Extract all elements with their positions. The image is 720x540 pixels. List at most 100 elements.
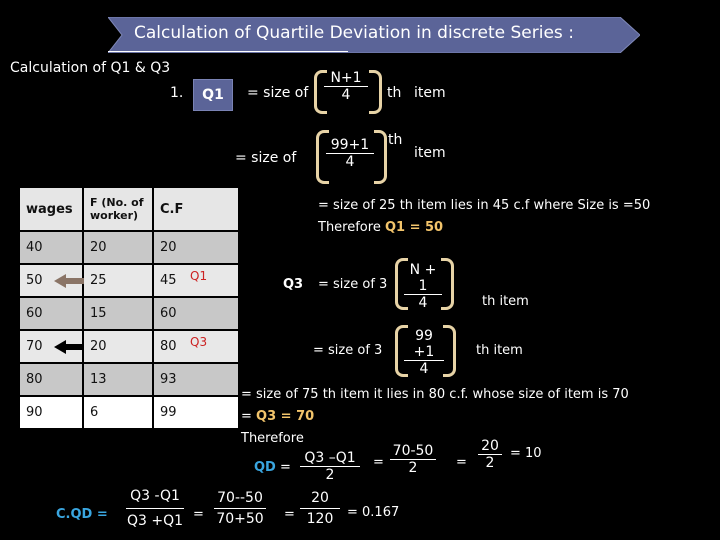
cell-wages: 80: [18, 362, 84, 397]
q3-result-value: Q3 = 70: [256, 409, 315, 424]
equals-sign: =: [284, 507, 295, 522]
cf-value: 99: [160, 405, 177, 420]
table-row: 90 6 99: [18, 395, 240, 430]
equals-sign: =: [456, 455, 467, 470]
header-wages: wages: [18, 186, 84, 232]
cf-value: 80: [160, 339, 177, 354]
right-bracket-icon: [374, 130, 387, 184]
denominator: Q3 +Q1: [126, 513, 184, 529]
equals-sign: =: [241, 409, 252, 424]
cell-frequency: 13: [82, 362, 154, 397]
qd-fraction-3: 20 2: [478, 438, 502, 471]
cell-cf: 99: [152, 395, 240, 430]
section-heading: Calculation of Q1 & Q3: [10, 60, 171, 76]
cell-cf: 93: [152, 362, 240, 397]
cell-frequency: 6: [82, 395, 154, 430]
cell-cf: 60: [152, 296, 240, 331]
table-row: 40 20 20: [18, 230, 240, 265]
equals-sign: =: [193, 507, 204, 522]
header-frequency: F (No. of worker): [82, 186, 154, 232]
numerator: 20: [478, 438, 502, 455]
q1-result-value: Q1 = 50: [384, 220, 444, 235]
cqd-fraction-3: 20 120: [300, 490, 340, 527]
numerator: N + 1: [404, 262, 442, 295]
numerator: Q3 –Q1: [300, 450, 360, 467]
table-row: 50 25 45 Q1: [18, 263, 240, 298]
numerator: 70-50: [390, 443, 436, 460]
denominator: 2: [485, 455, 495, 471]
q3-line1-prefix: = size of 3: [318, 277, 388, 292]
numerator: 70--50: [214, 490, 266, 509]
denominator: 4: [345, 154, 355, 170]
q1-line2-item: item: [414, 145, 446, 161]
qd-label-group: QD =: [254, 460, 291, 475]
q1-line1-th: th: [387, 85, 402, 101]
q3-result-line: = size of 75 th item it lies in 80 c.f. …: [241, 387, 629, 402]
q3-line1-suffix: th item: [482, 294, 529, 309]
q3-marker: Q3: [190, 335, 208, 349]
cf-value: 60: [160, 306, 177, 321]
q3-line2-fraction: 99 +1 4: [404, 328, 444, 377]
q1-result-line: = size of 25 th item lies in 45 c.f wher…: [318, 198, 651, 213]
q1-line1-item: item: [414, 85, 446, 101]
q1-line1-prefix: = size of: [247, 85, 309, 101]
denominator: 2: [325, 467, 335, 483]
header-cf: C.F: [152, 186, 240, 232]
cell-wages: 50: [18, 263, 90, 298]
cf-value: 20: [160, 240, 177, 255]
cell-wages: 40: [18, 230, 84, 265]
title-underline: [108, 51, 348, 52]
numerator: 99 +1: [404, 328, 444, 361]
denominator: 4: [418, 295, 428, 311]
table-row: 70 20 80 Q3: [18, 329, 240, 364]
denominator: 4: [419, 361, 429, 377]
cell-frequency: 20: [82, 230, 154, 265]
q1-therefore-line: Therefore Q1 = 50: [318, 220, 443, 235]
numerator: N+1: [324, 70, 368, 87]
cell-cf: 45 Q1: [152, 263, 240, 298]
q1-line1-fraction: N+1 4: [324, 70, 368, 103]
q1-line2-th: th: [388, 132, 403, 148]
cell-wages: 90: [18, 395, 84, 430]
q1-label-box: Q1: [193, 79, 233, 111]
q3-result: = Q3 = 70: [241, 409, 314, 424]
cqd-fraction-1: Q3 -Q1 Q3 +Q1: [126, 488, 184, 529]
cell-frequency: 20: [82, 329, 154, 364]
qd-label: QD: [254, 460, 276, 475]
denominator: 2: [408, 460, 418, 476]
q1-line2-prefix: = size of: [235, 150, 297, 166]
table-row: 80 13 93: [18, 362, 240, 397]
q1-marker: Q1: [190, 269, 208, 283]
q1-number: 1.: [170, 85, 184, 101]
qd-therefore: Therefore: [241, 431, 304, 446]
page-title: Calculation of Quartile Deviation in dis…: [134, 23, 574, 43]
q1-line2-fraction: 99+1 4: [326, 137, 374, 170]
qd-result: = 10: [510, 446, 542, 461]
cf-value: 45: [160, 273, 177, 288]
right-bracket-icon: [443, 325, 456, 377]
numerator: 99+1: [326, 137, 374, 154]
q3-line2-suffix: th item: [476, 343, 523, 358]
cell-wages: 70: [18, 329, 90, 364]
numerator: 20: [300, 490, 340, 509]
cell-frequency: 25: [82, 263, 154, 298]
therefore-label: Therefore: [318, 220, 381, 235]
qd-fraction-1: Q3 –Q1 2: [300, 450, 360, 483]
cf-value: 93: [160, 372, 177, 387]
wages-value: 70: [26, 339, 43, 354]
equals-sign: =: [279, 460, 291, 475]
cell-wages: 60: [18, 296, 84, 331]
wages-value: 50: [26, 273, 43, 288]
denominator: 70+50: [216, 511, 264, 527]
cell-cf: 80 Q3: [152, 329, 240, 364]
frequency-table: wages F (No. of worker) C.F 40 20 20 50 …: [18, 186, 240, 430]
right-bracket-icon: [441, 258, 454, 310]
right-bracket-icon: [369, 70, 382, 114]
denominator: 120: [306, 511, 334, 527]
cqd-fraction-2: 70--50 70+50: [214, 490, 266, 527]
numerator: Q3 -Q1: [126, 488, 184, 509]
denominator: 4: [341, 87, 351, 103]
q3-line2-prefix: = size of 3: [313, 343, 383, 358]
q3-line1-fraction: N + 1 4: [404, 262, 442, 311]
cell-cf: 20: [152, 230, 240, 265]
